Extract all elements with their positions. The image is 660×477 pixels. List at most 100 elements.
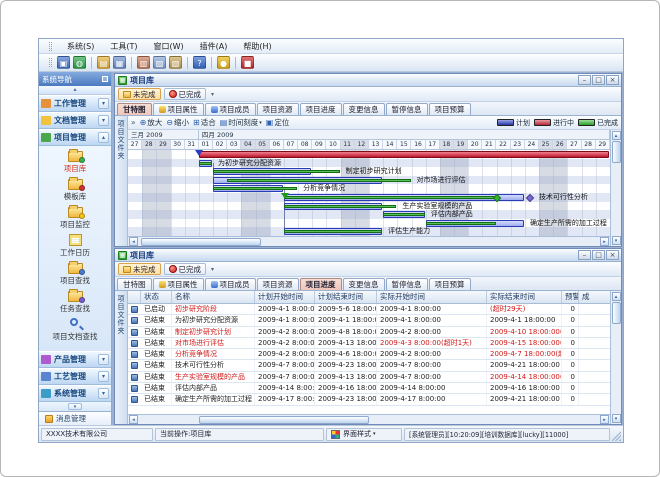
gantt-bar-completed[interactable]	[284, 196, 496, 199]
tab-7[interactable]: 项目预算	[429, 278, 471, 290]
tab-3[interactable]: 项目资源	[257, 103, 299, 115]
sidebar-item-6[interactable]: 项目文档查找	[39, 317, 111, 342]
gantt-bar-completed[interactable]	[199, 162, 212, 165]
gantt-hscrollbar[interactable]: ◂ ▸	[128, 236, 610, 246]
sidebar-item-1[interactable]: 模板库	[39, 177, 111, 202]
scroll-left-icon[interactable]: ◂	[129, 237, 138, 246]
gantt-bar-completed[interactable]	[284, 230, 382, 233]
stop-icon[interactable]: ■	[241, 56, 254, 69]
chevron-down-icon[interactable]: ▾	[98, 354, 109, 365]
tab-6[interactable]: 暂停信息	[386, 278, 428, 290]
table-row[interactable]: 已结束确定生产所需的加工过程2009-4-17 8:00:002009-4-23…	[128, 394, 610, 405]
folder-open-icon[interactable]: ▤	[97, 56, 110, 69]
sidebar-group-2[interactable]: 项目管理▴	[39, 129, 111, 146]
tab-5[interactable]: 变更信息	[343, 278, 385, 290]
tab-4[interactable]: 项目进度	[300, 103, 342, 115]
scroll-right-icon[interactable]: ▸	[600, 415, 609, 424]
scroll-thumb[interactable]	[199, 416, 369, 424]
gantt-window-titlebar[interactable]: ▦ 项目库 – □ ×	[115, 74, 621, 87]
menu-item-1[interactable]: 工具(T)	[107, 40, 140, 53]
tab-0[interactable]: 甘特图	[117, 103, 152, 115]
tab-2[interactable]: 项目成员	[205, 103, 256, 115]
gantt-tool-2[interactable]: ⊞适合	[193, 117, 216, 128]
report-icon[interactable]: ▥	[137, 56, 150, 69]
minimize-button[interactable]: –	[578, 250, 591, 260]
lock-icon[interactable]: ●	[217, 56, 230, 69]
chevron-down-icon[interactable]: ▾	[98, 388, 109, 399]
table-row[interactable]: 已结束技术可行性分析2009-4-7 8:00:002009-4-23 18:0…	[128, 360, 610, 371]
toolbar-overflow-icon[interactable]: ▾	[211, 266, 214, 273]
sidebar-group-5[interactable]: 系统管理▾	[39, 385, 111, 402]
tab-7[interactable]: 项目预算	[429, 103, 471, 115]
sidebar-item-0[interactable]: 项目库	[39, 149, 111, 174]
sidebar-group-4[interactable]: 工艺管理▾	[39, 368, 111, 385]
column-header-4[interactable]: 实际开始时间	[377, 291, 487, 303]
toolbar-overflow-icon[interactable]: »	[131, 118, 136, 127]
table-hscrollbar[interactable]: ◂ ▸	[128, 414, 610, 424]
scroll-up-icon[interactable]: ▴	[612, 292, 621, 301]
sidebar-item-4[interactable]: 项目查找	[39, 261, 111, 286]
toolbar-grip[interactable]	[49, 42, 52, 51]
maximize-button[interactable]: □	[592, 250, 605, 260]
globe-icon[interactable]: ◍	[73, 56, 86, 69]
tab-3[interactable]: 项目资源	[257, 278, 299, 290]
column-header-6[interactable]: 预警	[562, 291, 579, 303]
column-header-0[interactable]: 状态	[141, 291, 172, 303]
gantt-tool-3[interactable]: ▤时间刻度▾	[220, 117, 262, 128]
toolbar-overflow-icon[interactable]: ▾	[211, 91, 214, 98]
filter-incomplete-button[interactable]: 未完成	[118, 263, 161, 275]
column-header-7[interactable]: 成	[579, 291, 610, 303]
chevron-down-icon[interactable]: ▾	[98, 371, 109, 382]
sidebar-group-1[interactable]: 文档管理▾	[39, 112, 111, 129]
table-window-titlebar[interactable]: ▦ 项目库 – □ ×	[115, 249, 621, 262]
sidebar-group-0[interactable]: 工作管理▾	[39, 95, 111, 112]
help-icon[interactable]: ?	[193, 56, 206, 69]
column-header-2[interactable]: 计划开始时间	[255, 291, 315, 303]
status-style-selector[interactable]: 界面样式 ▾	[326, 428, 402, 441]
scroll-thumb[interactable]	[141, 238, 261, 246]
tab-4[interactable]: 项目进度	[300, 278, 342, 290]
gantt-bar-completed[interactable]	[213, 170, 340, 173]
chevron-down-icon[interactable]: ▾	[68, 403, 82, 410]
table-row[interactable]: 已结束评估内部产品2009-4-14 8:00:002009-4-16 18:0…	[128, 383, 610, 394]
scroll-down-icon[interactable]: ▾	[612, 236, 621, 245]
gantt-tool-0[interactable]: ⊕放大	[140, 117, 163, 128]
resize-grip[interactable]	[612, 428, 621, 441]
project-folder-side-tab[interactable]: 项目文件夹	[115, 116, 128, 246]
tab-5[interactable]: 变更信息	[343, 103, 385, 115]
gantt-vscrollbar[interactable]: ▴ ▾	[610, 130, 621, 246]
table-row[interactable]: 已结束生产实验室规模的产品2009-4-7 8:00:002009-4-13 1…	[128, 372, 610, 383]
table-row[interactable]: 已启动初步研究阶段2009-4-1 8:00:002009-5-6 18:00:…	[128, 304, 610, 315]
menu-item-2[interactable]: 窗口(W)	[150, 40, 186, 53]
sidebar-item-3[interactable]: 工作日历	[39, 233, 111, 258]
scroll-thumb[interactable]	[612, 302, 621, 324]
filter-complete-button[interactable]: 已完成	[164, 263, 207, 275]
tab-6[interactable]: 暂停信息	[386, 103, 428, 115]
minimize-button[interactable]: –	[578, 75, 591, 85]
menu-item-0[interactable]: 系统(S)	[64, 40, 97, 53]
filter-complete-button[interactable]: 已完成	[164, 88, 207, 100]
toolbar-grip[interactable]	[49, 58, 52, 67]
tab-1[interactable]: 项目属性	[153, 278, 204, 290]
chevron-up-icon[interactable]: ▴	[98, 132, 109, 143]
scroll-right-icon[interactable]: ▸	[600, 237, 609, 246]
gantt-bar-completed[interactable]	[426, 222, 496, 225]
column-header-3[interactable]: 计划结束时间	[315, 291, 377, 303]
gantt-body[interactable]: 为初步研究分配资源制定初步研究计划对市场进行评估分析竞争情况技术可行性分析生产实…	[128, 150, 610, 236]
maximize-button[interactable]: □	[592, 75, 605, 85]
gantt-tool-4[interactable]: ▣定位	[266, 117, 290, 128]
sidebar-item-5[interactable]: 任务查找	[39, 289, 111, 314]
menu-item-4[interactable]: 帮助(H)	[240, 40, 274, 53]
gantt-bar-completed[interactable]	[383, 213, 425, 216]
close-button[interactable]: ×	[606, 250, 619, 260]
chart-icon[interactable]: ▨	[153, 56, 166, 69]
table-row[interactable]: 已结束制定初步研究计划2009-4-2 8:00:002009-4-8 18:0…	[128, 327, 610, 338]
tab-1[interactable]: 项目属性	[153, 103, 204, 115]
close-button[interactable]: ×	[606, 75, 619, 85]
scroll-up-icon[interactable]: ▴	[612, 131, 621, 140]
table-row[interactable]: 已结束对市场进行评估2009-4-2 8:00:002009-4-13 18:0…	[128, 338, 610, 349]
scroll-thumb[interactable]	[612, 141, 621, 163]
chevron-down-icon[interactable]: ▾	[98, 98, 109, 109]
pin-icon[interactable]	[102, 76, 108, 82]
table-row[interactable]: 已结束为初步研究分配资源2009-4-1 8:00:002009-4-1 18:…	[128, 315, 610, 326]
